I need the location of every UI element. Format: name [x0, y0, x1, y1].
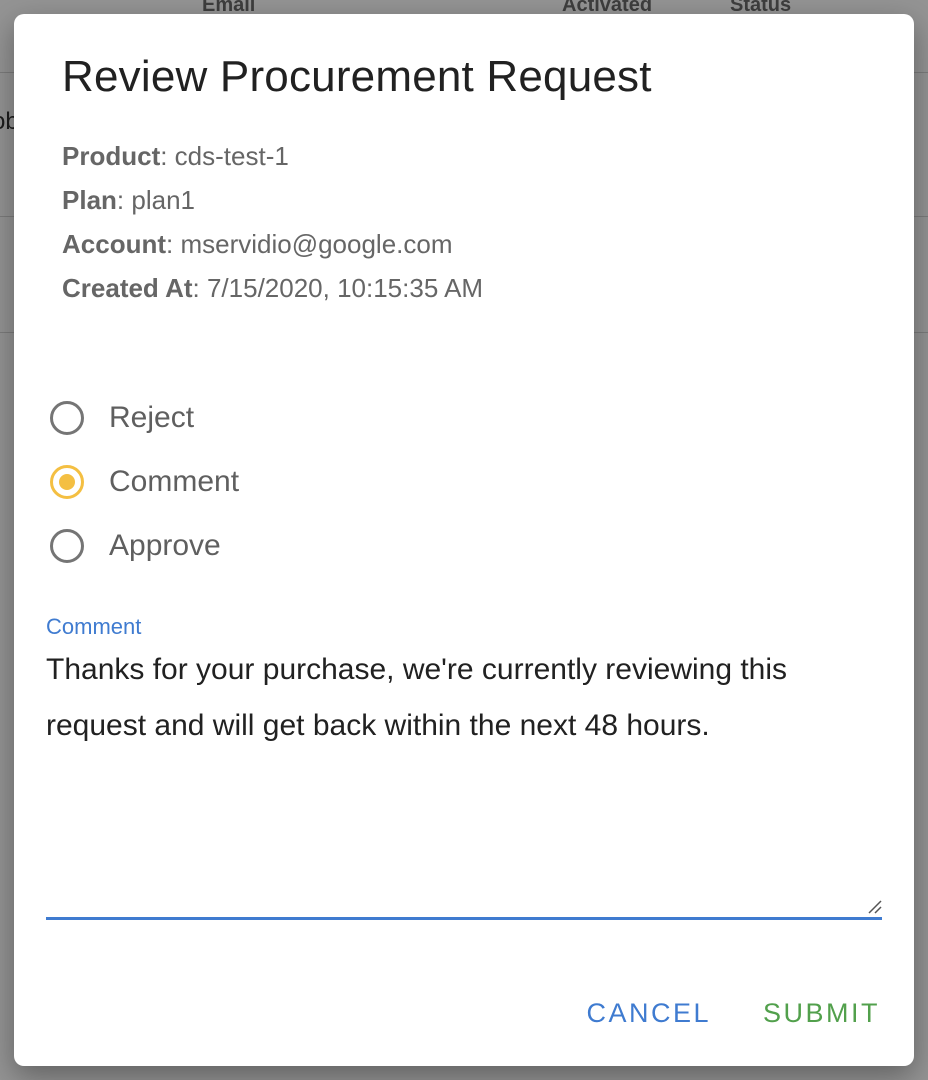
detail-account-value: : mservidio@google.com	[166, 229, 453, 259]
detail-created-at: Created At: 7/15/2020, 10:15:35 AM	[62, 266, 483, 310]
radio-option-approve[interactable]: Approve	[50, 514, 239, 578]
comment-field-underline	[46, 917, 882, 920]
comment-field-label: Comment	[46, 614, 142, 639]
detail-plan-value: : plan1	[116, 185, 195, 215]
detail-account-key: Account	[62, 229, 166, 259]
request-details: Product: cds-test-1 Plan: plan1 Account:…	[62, 134, 483, 310]
radio-label-comment[interactable]: Comment	[109, 465, 239, 499]
radio-label-approve[interactable]: Approve	[109, 529, 221, 563]
detail-account: Account: mservidio@google.com	[62, 222, 483, 266]
comment-field[interactable]: Comment Thanks for your purchase, we're …	[46, 614, 882, 920]
detail-created-at-key: Created At	[62, 273, 193, 303]
detail-product-value: : cds-test-1	[160, 141, 289, 171]
radio-option-comment[interactable]: Comment	[50, 450, 239, 514]
resize-handle-icon[interactable]	[866, 898, 882, 914]
detail-created-at-value: : 7/15/2020, 10:15:35 AM	[192, 273, 484, 303]
radio-selected-dot	[59, 474, 75, 490]
decision-radio-group: Reject Comment Approve	[50, 386, 239, 578]
detail-plan: Plan: plan1	[62, 178, 483, 222]
radio-option-reject[interactable]: Reject	[50, 386, 239, 450]
detail-plan-key: Plan	[62, 185, 117, 215]
detail-product: Product: cds-test-1	[62, 134, 483, 178]
cancel-button[interactable]: CANCEL	[586, 994, 711, 1033]
radio-button-approve[interactable]	[50, 529, 84, 563]
submit-button[interactable]: SUBMIT	[763, 994, 880, 1033]
detail-product-key: Product	[62, 141, 161, 171]
review-procurement-dialog: Review Procurement Request Product: cds-…	[14, 14, 914, 1066]
comment-textarea[interactable]: Thanks for your purchase, we're currentl…	[46, 642, 876, 754]
dialog-actions: CANCEL SUBMIT	[586, 994, 880, 1033]
radio-button-comment[interactable]	[50, 465, 84, 499]
radio-button-reject[interactable]	[50, 401, 84, 435]
radio-label-reject[interactable]: Reject	[109, 401, 194, 435]
dialog-title: Review Procurement Request	[62, 52, 652, 101]
